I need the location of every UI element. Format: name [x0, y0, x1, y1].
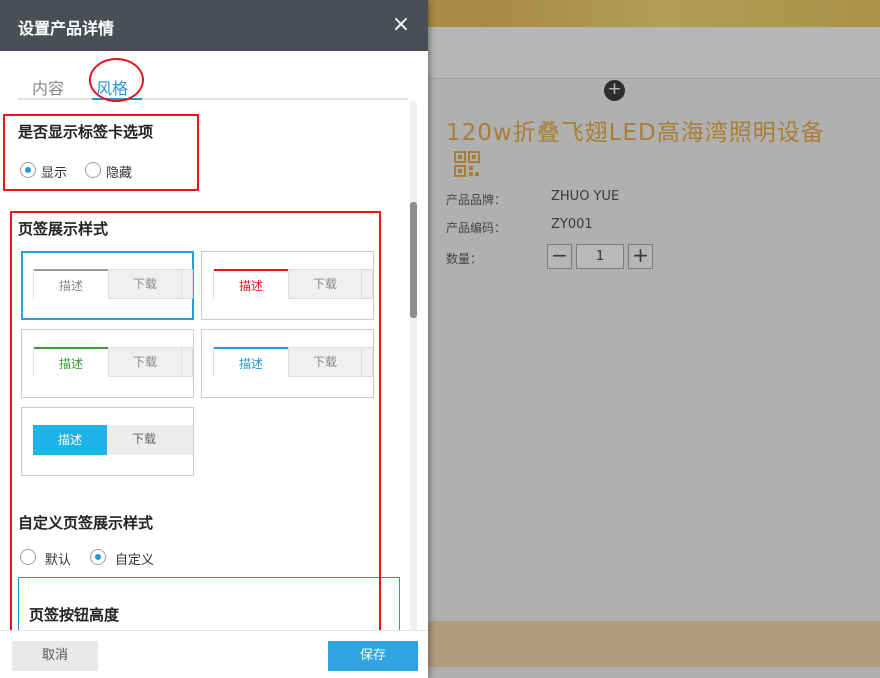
- modal-tabs: 内容 风格: [18, 70, 408, 100]
- scrollbar-thumb[interactable]: [410, 202, 417, 318]
- annotation-circle: [89, 58, 144, 102]
- close-icon[interactable]: ×: [389, 12, 413, 38]
- modal-title: 设置产品详情: [18, 19, 115, 38]
- save-button[interactable]: 保存: [328, 641, 418, 671]
- annotation-box-tab-style: [10, 211, 381, 678]
- tab-content[interactable]: 内容: [32, 75, 64, 99]
- modal-header: 设置产品详情 ×: [0, 0, 428, 51]
- annotation-box-show-tabs: [3, 114, 199, 191]
- product-settings-modal: 设置产品详情 × 内容 风格 是否显示标签卡选项 显示 隐藏 页签展示样式 描述…: [0, 0, 428, 678]
- scrollbar-track[interactable]: [410, 101, 417, 630]
- cancel-button[interactable]: 取消: [12, 641, 98, 671]
